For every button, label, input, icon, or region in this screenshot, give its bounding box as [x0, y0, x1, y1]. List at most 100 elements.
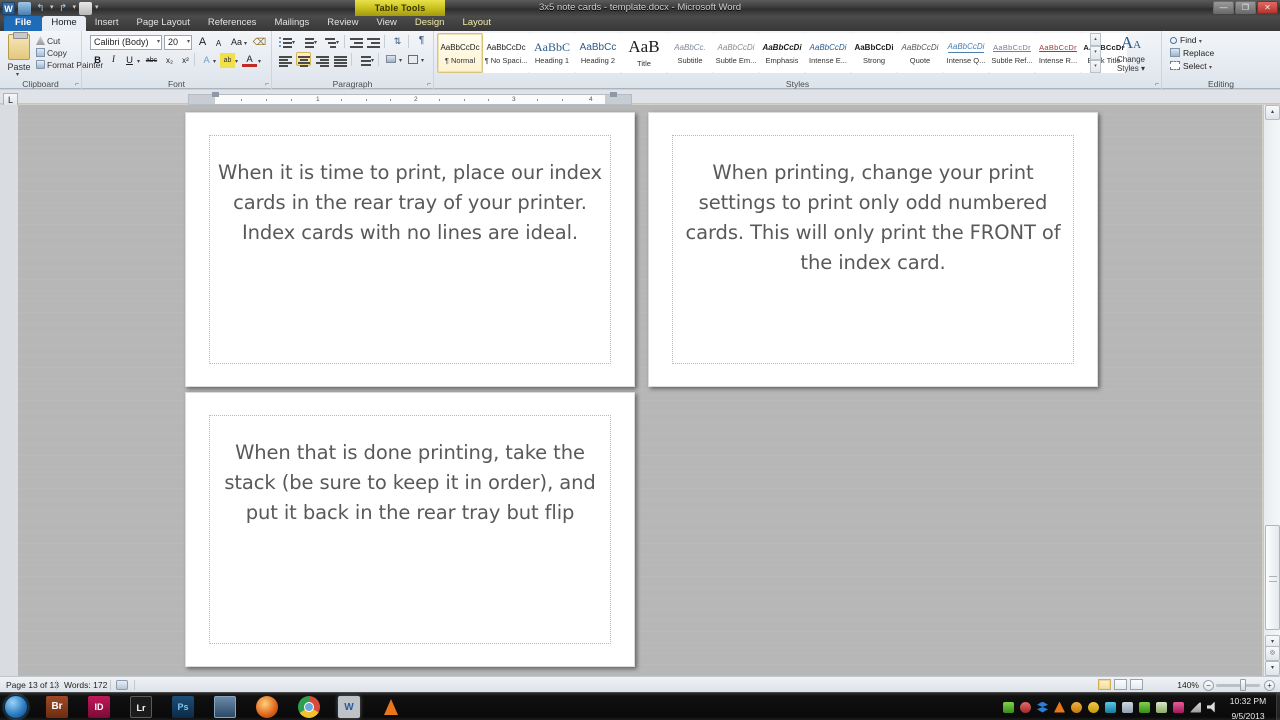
- style-subtle-reference[interactable]: AaBbCcDr Subtle Ref...: [989, 33, 1035, 73]
- print-layout-view-button[interactable]: [1098, 679, 1111, 690]
- flag-icon[interactable]: [1173, 701, 1184, 713]
- style-normal[interactable]: AaBbCcDc ¶ Normal: [437, 33, 483, 73]
- bullets-caret-icon[interactable]: ▾: [292, 39, 295, 46]
- font-size-caret-icon[interactable]: ▾: [187, 36, 190, 49]
- start-orb-icon[interactable]: [4, 695, 28, 719]
- tab-view[interactable]: View: [367, 16, 405, 31]
- tab-references[interactable]: References: [199, 16, 266, 31]
- style-subtle-emphasis[interactable]: AaBbCcDi Subtle Em...: [713, 33, 759, 73]
- multilevel-list-caret-icon[interactable]: ▾: [336, 39, 339, 46]
- justify-button[interactable]: [333, 53, 348, 67]
- zoom-slider[interactable]: [1216, 684, 1260, 687]
- style-subtitle[interactable]: AaBbCc. Subtitle: [667, 33, 713, 73]
- dropbox-icon[interactable]: [1003, 701, 1014, 713]
- google-chrome-icon[interactable]: [298, 696, 320, 718]
- zoom-level[interactable]: 140%: [1165, 677, 1199, 693]
- numbering-button[interactable]: [300, 35, 315, 49]
- word-count[interactable]: Words: 172: [64, 677, 107, 693]
- highlight-color-caret-icon[interactable]: ▾: [235, 58, 238, 65]
- safety-icon[interactable]: [1156, 701, 1167, 713]
- adobe-photoshop-icon[interactable]: Ps: [172, 696, 194, 718]
- change-case-button[interactable]: Aa: [229, 35, 244, 50]
- multilevel-list-button[interactable]: [322, 35, 337, 49]
- find-button[interactable]: Find ▾: [1170, 35, 1202, 45]
- decrease-indent-button[interactable]: [349, 35, 364, 49]
- align-center-button[interactable]: [296, 52, 311, 67]
- clear-formatting-button[interactable]: ⌫: [252, 35, 267, 50]
- redo-dropdown-icon[interactable]: ▾: [73, 0, 77, 16]
- update-icon[interactable]: [1071, 701, 1082, 713]
- warning-icon[interactable]: [1088, 701, 1099, 713]
- microsoft-word-icon[interactable]: W: [338, 696, 360, 718]
- horizontal-ruler[interactable]: 1 2 3 4: [188, 94, 632, 105]
- paste-icon[interactable]: [8, 32, 30, 60]
- card-text-cell[interactable]: When printing, change your print setting…: [672, 135, 1074, 364]
- copy-button[interactable]: Copy: [36, 48, 67, 58]
- word-icon[interactable]: W: [2, 1, 15, 15]
- line-spacing-caret-icon[interactable]: ▾: [371, 57, 374, 64]
- style-intense-quote[interactable]: AaBbCcDi Intense Q...: [943, 33, 989, 73]
- underline-caret-icon[interactable]: ▾: [137, 58, 140, 65]
- bullets-button[interactable]: [278, 35, 293, 49]
- adobe-lightroom-icon[interactable]: Lr: [130, 696, 152, 718]
- network-signal-icon[interactable]: [1190, 701, 1201, 713]
- vertical-scrollbar[interactable]: ▴ ▾ ▴ ◎ ▾: [1263, 105, 1280, 676]
- zoom-in-button[interactable]: +: [1264, 680, 1275, 691]
- font-color-caret-icon[interactable]: ▾: [258, 58, 261, 65]
- scroll-up-button[interactable]: ▴: [1265, 105, 1280, 120]
- tab-design[interactable]: Design: [406, 16, 454, 31]
- select-button[interactable]: Select ▾: [1170, 61, 1212, 71]
- increase-indent-button[interactable]: [366, 35, 381, 49]
- vlc-tray-icon[interactable]: [1054, 701, 1065, 713]
- battery-icon[interactable]: [1139, 701, 1150, 713]
- cut-button[interactable]: Cut: [36, 36, 60, 46]
- show-desktop-button[interactable]: [1276, 693, 1280, 720]
- clipboard-dialog-launcher-icon[interactable]: ⌐: [75, 81, 79, 88]
- text-effects-caret-icon[interactable]: ▾: [213, 58, 216, 65]
- italic-button[interactable]: I: [106, 53, 121, 68]
- volume-icon[interactable]: [1207, 701, 1215, 713]
- firefox-icon[interactable]: [256, 696, 278, 718]
- styles-scroll-down-icon[interactable]: ▾: [1090, 46, 1101, 60]
- style-emphasis[interactable]: AaBbCcDi Emphasis: [759, 33, 805, 73]
- show-marks-button[interactable]: ¶: [414, 34, 429, 48]
- shading-caret-icon[interactable]: ▾: [399, 57, 402, 64]
- grow-font-button[interactable]: A: [195, 35, 210, 50]
- borders-button[interactable]: [406, 53, 421, 67]
- font-size-input[interactable]: 20 ▾: [164, 35, 192, 50]
- shading-button[interactable]: [384, 53, 399, 67]
- text-effects-button[interactable]: A: [199, 53, 214, 68]
- redo-icon[interactable]: ↱: [57, 2, 70, 15]
- browse-object-button[interactable]: ◎: [1265, 646, 1280, 661]
- card-top-right[interactable]: When printing, change your print setting…: [648, 112, 1098, 387]
- font-color-button[interactable]: A: [242, 52, 257, 67]
- tab-mailings[interactable]: Mailings: [265, 16, 318, 31]
- numbering-caret-icon[interactable]: ▾: [314, 39, 317, 46]
- highlight-color-button[interactable]: ab: [220, 53, 235, 68]
- align-left-button[interactable]: [278, 53, 293, 67]
- style-no-spacing[interactable]: AaBbCcDc ¶ No Spaci...: [483, 33, 529, 73]
- superscript-button[interactable]: x²: [178, 53, 193, 68]
- strikethrough-button[interactable]: abc: [144, 53, 159, 68]
- subscript-button[interactable]: x₂: [162, 53, 177, 68]
- close-button[interactable]: ✕: [1257, 1, 1278, 14]
- customize-qat-icon[interactable]: ▾: [95, 0, 99, 16]
- tab-page-layout[interactable]: Page Layout: [127, 16, 198, 31]
- page-indicator[interactable]: Page 13 of 13: [6, 677, 59, 693]
- antivirus-icon[interactable]: [1105, 701, 1116, 713]
- right-indent-marker[interactable]: [610, 92, 617, 97]
- proofing-errors-icon[interactable]: [116, 680, 128, 690]
- select-caret-icon[interactable]: ▾: [1209, 65, 1212, 71]
- card-top-left[interactable]: When it is time to print, place our inde…: [185, 112, 635, 387]
- next-page-button[interactable]: ▾: [1265, 661, 1280, 676]
- scrollbar-thumb[interactable]: [1265, 525, 1280, 630]
- cloud-sync-icon[interactable]: [1122, 701, 1133, 713]
- style-title[interactable]: AaB Title: [621, 33, 667, 73]
- adobe-bridge-icon[interactable]: Br: [46, 696, 68, 718]
- style-heading-1[interactable]: AaBbC Heading 1: [529, 33, 575, 73]
- card-text-cell[interactable]: When it is time to print, place our inde…: [209, 135, 611, 364]
- zoom-slider-thumb[interactable]: [1240, 679, 1246, 691]
- minimize-button[interactable]: —: [1213, 1, 1234, 14]
- tab-file[interactable]: File: [4, 16, 43, 31]
- shrink-font-button[interactable]: A: [211, 36, 226, 51]
